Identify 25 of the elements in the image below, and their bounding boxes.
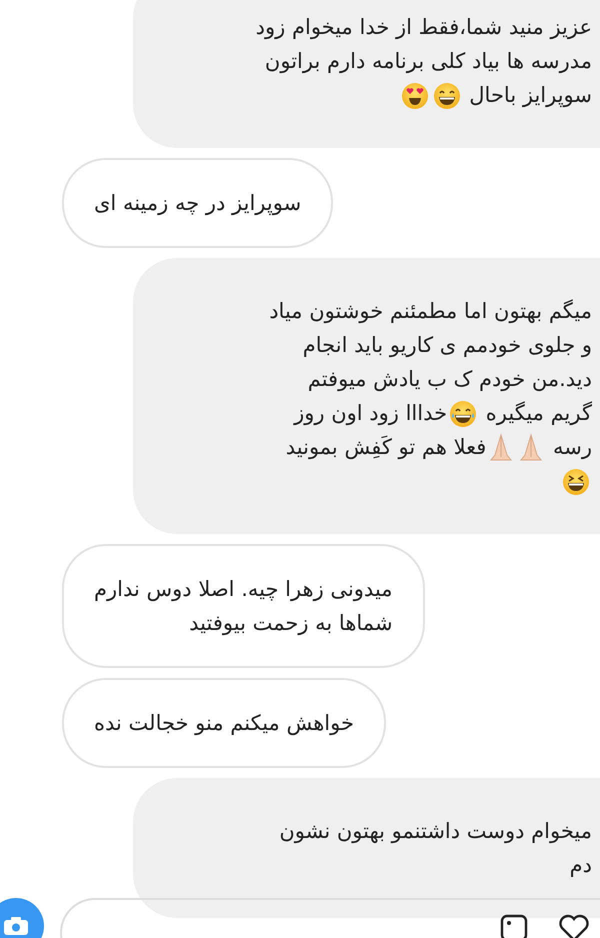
- message-text: و جلوی خودمم ی کاریو باید انجام: [302, 333, 592, 357]
- message-text: شماها به زحمت بیوفتید: [189, 611, 393, 635]
- message-text: خواهش میکنم منو خجالت نده: [94, 711, 354, 735]
- heart-icon[interactable]: [558, 914, 590, 938]
- message-text: رسه: [553, 435, 592, 459]
- message-text: میخوام دوست داشتنمو بهتون نشون: [279, 819, 592, 843]
- message-text: سوپرایز باحال: [469, 83, 592, 107]
- camera-icon: [3, 916, 29, 936]
- message-text: مدرسه ها بیاد کلی برنامه دارم براتون: [264, 49, 592, 73]
- message-text: میگم بهتون اما مطمئنم خوشتون میاد: [269, 299, 592, 323]
- praying-hands-icon: [489, 433, 514, 464]
- message-text: دم: [570, 853, 592, 877]
- image-icon[interactable]: [500, 914, 528, 938]
- laughing-tears-face-icon: [449, 400, 478, 428]
- message-text: فعلا هم تو کَفِش بمونید: [286, 435, 486, 459]
- grinning-face-icon: [432, 82, 461, 110]
- message-text: دید.من خودم ک ب یادش میوفتم: [308, 367, 592, 391]
- message-text: سوپرایز در چه زمینه ای: [94, 191, 302, 215]
- praying-hands-icon: [519, 433, 544, 464]
- message-text: عزیز منید شما،فقط از خدا میخوام زود: [256, 15, 592, 39]
- message-text: گریم میگیره: [486, 401, 592, 425]
- heart-eyes-face-icon: [400, 82, 429, 110]
- message-text: میدونی زهرا چیه. اصلا دوس ندارم: [94, 577, 393, 601]
- message-text: خدااا زود اون روز: [294, 401, 448, 425]
- squinting-face-icon: [562, 468, 590, 496]
